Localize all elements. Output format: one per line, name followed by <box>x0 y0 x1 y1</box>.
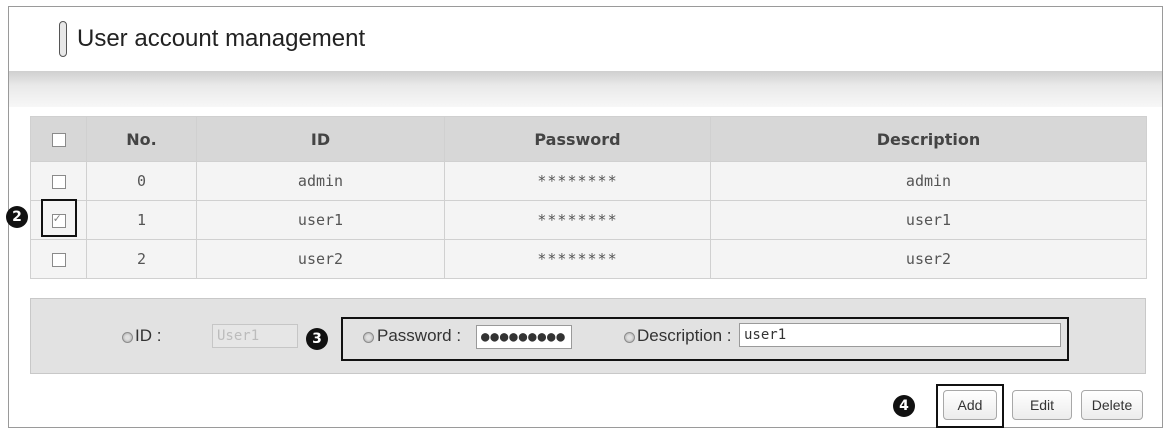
row-checkbox[interactable] <box>51 174 66 189</box>
checkbox-highlight-box <box>41 199 77 237</box>
delete-button[interactable]: Delete <box>1081 390 1143 420</box>
row-checkbox[interactable] <box>51 252 66 267</box>
column-header-description[interactable]: Description <box>710 116 1147 162</box>
row-select-cell <box>30 239 87 279</box>
cell-password: ******** <box>444 161 711 201</box>
id-field[interactable] <box>212 324 298 348</box>
cell-id: user2 <box>196 239 445 279</box>
column-header-id[interactable]: ID <box>196 116 445 162</box>
cell-password: ******** <box>444 239 711 279</box>
cell-no: 1 <box>86 200 197 240</box>
table-row[interactable]: 1 user1 ******** user1 <box>30 200 1147 240</box>
table-row[interactable]: 2 user2 ******** user2 <box>30 239 1147 279</box>
accounts-table-wrap: No. ID Password Description 0 admin ****… <box>30 116 1147 279</box>
row-select-cell <box>30 161 87 201</box>
fields-highlight-box <box>341 317 1069 361</box>
column-header-no[interactable]: No. <box>86 116 197 162</box>
accounts-table: No. ID Password Description 0 admin ****… <box>30 116 1147 279</box>
cell-id: admin <box>196 161 445 201</box>
title-bar: User account management <box>9 7 1162 71</box>
callout-marker-3: 3 <box>306 328 328 350</box>
table-row[interactable]: 0 admin ******** admin <box>30 161 1147 201</box>
callout-marker-4: 4 <box>893 395 915 417</box>
id-label: ID : <box>135 326 162 345</box>
cell-description: admin <box>710 161 1147 201</box>
table-header-row: No. ID Password Description <box>30 116 1147 162</box>
select-all-checkbox[interactable] <box>51 133 66 147</box>
add-button-highlight-box <box>936 384 1004 428</box>
cell-description: user2 <box>710 239 1147 279</box>
cell-password: ******** <box>444 200 711 240</box>
select-all-cell <box>30 116 87 162</box>
callout-marker-2: 2 <box>6 206 28 228</box>
cell-id: user1 <box>196 200 445 240</box>
title-marker-icon <box>59 21 67 57</box>
cell-description: user1 <box>710 200 1147 240</box>
header-band <box>9 71 1162 107</box>
id-radio-icon <box>122 332 133 343</box>
page-title: User account management <box>77 25 366 52</box>
column-header-password[interactable]: Password <box>444 116 711 162</box>
edit-button[interactable]: Edit <box>1012 390 1072 420</box>
cell-no: 0 <box>86 161 197 201</box>
cell-no: 2 <box>86 239 197 279</box>
